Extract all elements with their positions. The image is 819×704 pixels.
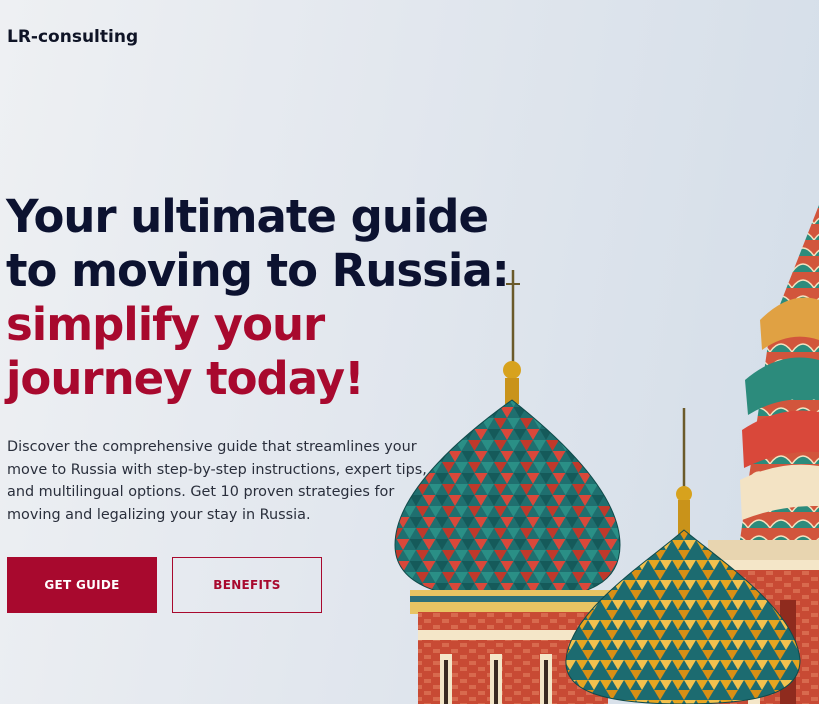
headline-line-1: Your ultimate guide <box>6 190 489 243</box>
headline-line-2: to moving to Russia: <box>6 244 510 297</box>
hero-headline: Your ultimate guide to moving to Russia:… <box>6 190 510 406</box>
hero-description: Discover the comprehensive guide that st… <box>7 439 427 523</box>
headline-accent-line-2: journey today! <box>6 352 365 405</box>
headline-accent-line-1: simplify your <box>6 298 325 351</box>
benefits-button[interactable]: BENEFITS <box>172 557 322 613</box>
brand-logo[interactable]: LR-consulting <box>7 27 138 47</box>
get-guide-button[interactable]: GET GUIDE <box>7 557 157 613</box>
